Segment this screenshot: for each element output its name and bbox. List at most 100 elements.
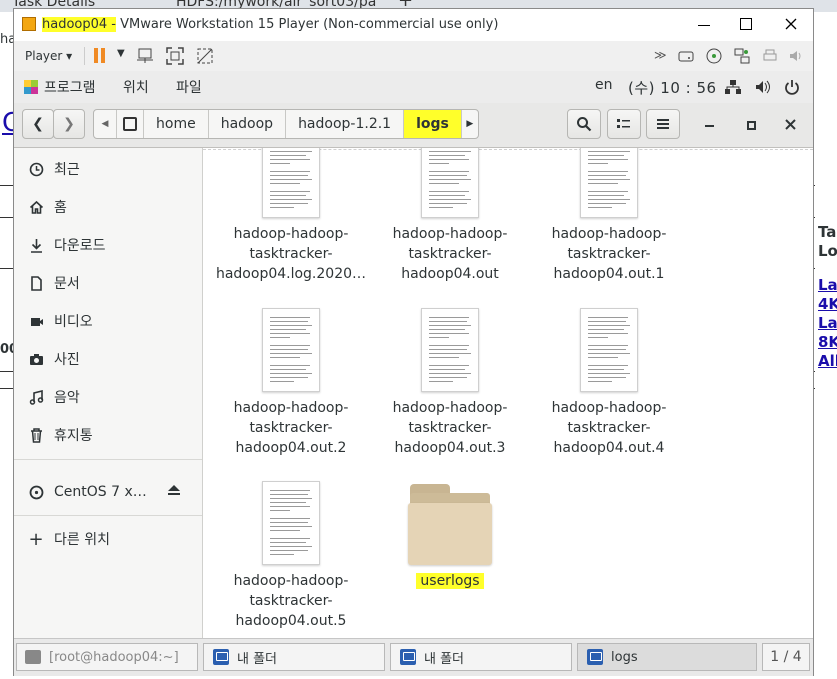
text-line — [270, 365, 310, 366]
minimize-icon[interactable] — [698, 25, 710, 26]
text-line — [270, 207, 294, 208]
breadcrumb-logs[interactable]: logs — [403, 110, 461, 138]
network-icon[interactable] — [725, 79, 741, 95]
sound-card-icon[interactable] — [788, 48, 804, 64]
vmware-titlebar[interactable]: hadoop04 - VMware Workstation 15 Player … — [14, 9, 813, 41]
sidebar-item-music[interactable]: 음악 — [14, 379, 202, 415]
printer-icon[interactable] — [762, 48, 778, 64]
text-line — [270, 522, 308, 523]
text-line — [270, 163, 290, 164]
sidebar-item-downloads[interactable]: 다운로드 — [14, 227, 202, 263]
text-file-icon — [580, 148, 638, 218]
search-button[interactable] — [567, 109, 601, 139]
file-name-line: hadoop-hadoop- — [551, 226, 667, 242]
background-text: Tas — [818, 223, 837, 241]
sidebar-item-recent[interactable]: 최근 — [14, 151, 202, 187]
window-title-vm-name: hadoop04 - — [42, 17, 116, 32]
file-item[interactable]: hadoop-hadoop- tasktracker- hadoop04.out… — [531, 148, 687, 284]
breadcrumb-home[interactable]: home — [143, 110, 208, 138]
sidebar-item-centos-device[interactable]: CentOS 7 x… — [14, 474, 202, 510]
sidebar-item-trash[interactable]: 휴지통 — [14, 417, 202, 453]
power-dropdown-icon[interactable]: ▼ — [117, 48, 125, 59]
more-devices-icon[interactable]: ≫ — [654, 48, 667, 62]
text-line — [588, 325, 630, 326]
applications-menu[interactable]: 프로그램 — [44, 77, 96, 97]
text-line — [429, 377, 467, 378]
text-line — [429, 207, 453, 208]
file-item[interactable]: hadoop-hadoop- tasktracker- hadoop04.out… — [213, 308, 369, 458]
pause-icon[interactable] — [94, 48, 98, 63]
files-app-menu[interactable]: 파일 — [176, 77, 202, 97]
text-line — [270, 510, 290, 511]
background-right-strip: Tas Lo Las 4K Las 8K All — [815, 12, 837, 679]
view-mode-button[interactable] — [607, 109, 641, 139]
text-line — [588, 199, 630, 200]
text-line — [270, 317, 310, 318]
pathbar-scroll-left-icon[interactable]: ◀ — [94, 110, 116, 138]
window-close-icon[interactable] — [785, 119, 796, 130]
back-button[interactable]: ❮ — [22, 109, 54, 139]
file-name-line: hadoop-hadoop- — [233, 226, 349, 242]
background-link[interactable]: 4K — [818, 295, 837, 313]
cd-rom-icon[interactable] — [706, 48, 722, 64]
breadcrumb-hadoop-1-2-1[interactable]: hadoop-1.2.1 — [285, 110, 403, 138]
volume-icon[interactable] — [755, 79, 771, 95]
background-link[interactable]: 8K — [818, 333, 837, 351]
unity-icon[interactable] — [196, 47, 214, 65]
text-line — [429, 333, 469, 334]
sidebar-item-other-locations[interactable]: + 다른 위치 — [14, 521, 202, 557]
vmware-player-window: hadoop04 - VMware Workstation 15 Player … — [13, 8, 814, 676]
breadcrumb-hadoop[interactable]: hadoop — [207, 110, 285, 138]
text-line — [429, 175, 467, 176]
text-line — [270, 502, 306, 503]
window-title-app: VMware Workstation 15 Player (Non-commer… — [115, 17, 499, 32]
places-menu[interactable]: 위치 — [123, 77, 149, 97]
text-line — [429, 337, 449, 338]
text-line — [429, 357, 459, 358]
clock[interactable]: (수) 10 : 56 — [628, 77, 717, 98]
window-minimize-icon[interactable] — [705, 125, 714, 127]
power-icon[interactable] — [784, 79, 800, 95]
text-line — [270, 538, 310, 539]
fullscreen-icon[interactable] — [166, 47, 184, 65]
pathbar-scroll-right-icon[interactable]: ▶ — [460, 110, 478, 138]
taskbar-folder-1[interactable]: 내 폴더 — [203, 643, 385, 671]
workspace-indicator[interactable]: 1 / 4 — [762, 643, 810, 671]
eject-icon[interactable] — [167, 483, 181, 501]
file-item[interactable]: hadoop-hadoop- tasktracker- hadoop04.out… — [372, 308, 528, 458]
sidebar-item-home[interactable]: 홈 — [14, 189, 202, 225]
player-menu-button[interactable]: Player ▾ — [25, 49, 72, 63]
forward-button[interactable]: ❯ — [53, 109, 85, 139]
hard-disk-icon[interactable] — [678, 48, 694, 64]
file-item[interactable]: hadoop-hadoop- tasktracker- hadoop04.log… — [213, 148, 369, 284]
network-adapter-icon[interactable] — [734, 48, 750, 64]
input-language-indicator[interactable]: en — [595, 77, 613, 93]
send-ctrl-alt-del-icon[interactable] — [136, 47, 154, 65]
text-file-icon — [421, 148, 479, 218]
root-drive-crumb[interactable] — [116, 110, 143, 138]
menu-button[interactable] — [646, 109, 680, 139]
taskbar-logs[interactable]: logs — [577, 643, 757, 671]
file-item[interactable]: hadoop-hadoop- tasktracker- hadoop04.out… — [531, 308, 687, 458]
maximize-icon[interactable] — [740, 18, 752, 30]
text-line — [270, 159, 310, 160]
sidebar-item-pictures[interactable]: 사진 — [14, 341, 202, 377]
background-link[interactable]: All — [818, 352, 837, 370]
file-item[interactable]: hadoop-hadoop- tasktracker- hadoop04.out… — [213, 481, 369, 631]
sidebar-item-videos[interactable]: 비디오 — [14, 303, 202, 339]
window-title: hadoop04 - VMware Workstation 15 Player … — [42, 17, 498, 32]
sidebar-item-documents[interactable]: 문서 — [14, 265, 202, 301]
background-link[interactable]: Las — [818, 314, 837, 332]
taskbar-terminal[interactable]: [root@hadoop04:~] — [16, 643, 198, 671]
window-maximize-icon[interactable] — [747, 121, 756, 130]
background-link[interactable]: Las — [818, 276, 837, 294]
folder-item-userlogs[interactable]: userlogs — [372, 481, 528, 591]
document-icon — [28, 275, 44, 291]
file-icon-view: hadoop-hadoop- tasktracker- hadoop04.log… — [203, 148, 813, 638]
optical-disc-icon — [28, 484, 44, 500]
location-breadcrumb: ◀ home hadoop hadoop-1.2.1 logs ▶ — [93, 109, 479, 139]
file-item[interactable]: hadoop-hadoop- tasktracker- hadoop04.out — [372, 148, 528, 284]
text-file-icon — [262, 148, 320, 218]
close-icon[interactable] — [785, 18, 797, 30]
taskbar-folder-2[interactable]: 내 폴더 — [390, 643, 572, 671]
